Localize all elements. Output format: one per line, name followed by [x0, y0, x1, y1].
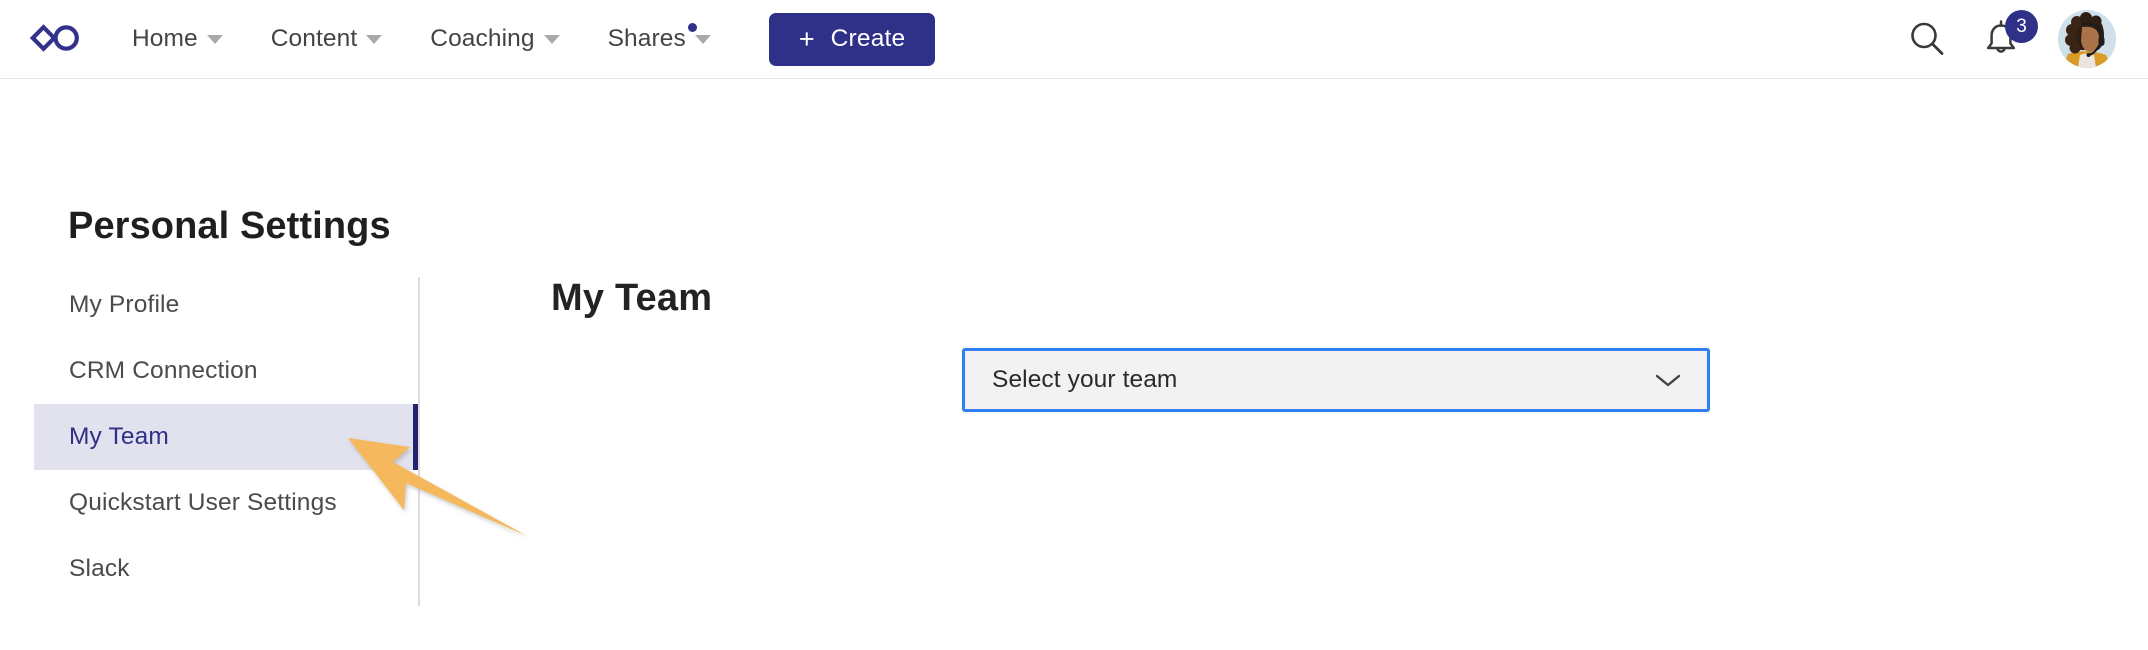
create-button-label: Create [830, 25, 906, 52]
page-title: Personal Settings [68, 205, 391, 247]
team-select[interactable]: Select your team [962, 348, 1710, 412]
chevron-down-icon [1653, 371, 1683, 389]
avatar[interactable] [2058, 10, 2116, 68]
nav-item-coaching-label: Coaching [430, 25, 535, 52]
app-logo[interactable] [26, 19, 84, 59]
sidebar-item-label: My Team [69, 423, 169, 450]
vertical-divider [418, 277, 420, 606]
chevron-down-icon [366, 34, 383, 44]
top-navigation-bar: Home Content Coaching Shares + Create 3 [0, 0, 2148, 79]
sidebar-item-my-team[interactable]: My Team [34, 404, 418, 470]
sidebar-item-quickstart-user-settings[interactable]: Quickstart User Settings [34, 470, 418, 536]
nav-item-home-label: Home [132, 25, 198, 52]
shares-notification-dot [687, 23, 697, 32]
notifications-button[interactable]: 3 [1964, 8, 2038, 70]
nav-item-shares-label: Shares [608, 23, 697, 53]
infinity-logo-icon [29, 24, 79, 52]
sidebar-item-label: Quickstart User Settings [69, 489, 337, 516]
sidebar-item-my-profile[interactable]: My Profile [34, 272, 418, 338]
notification-count-badge: 3 [2005, 10, 2038, 43]
sidebar-item-label: Slack [69, 555, 130, 582]
header-actions: 3 [1890, 8, 2116, 70]
sidebar-item-label: CRM Connection [69, 357, 258, 384]
nav-item-coaching[interactable]: Coaching [406, 19, 583, 59]
section-title: My Team [551, 277, 713, 319]
main-nav: Home Content Coaching Shares + Create [108, 12, 936, 66]
chevron-down-icon [543, 34, 560, 44]
avatar-photo [2058, 10, 2116, 68]
nav-item-home[interactable]: Home [108, 19, 247, 59]
search-button[interactable] [1890, 8, 1964, 70]
nav-item-content-label: Content [270, 25, 358, 52]
nav-item-content[interactable]: Content [247, 19, 407, 59]
search-icon [1911, 22, 1944, 55]
chevron-down-icon [694, 34, 711, 44]
nav-item-shares[interactable]: Shares [584, 19, 735, 59]
team-select-value: Select your team [992, 366, 1178, 393]
settings-sidebar: My Profile CRM Connection My Team Quicks… [34, 272, 418, 602]
sidebar-item-slack[interactable]: Slack [34, 536, 418, 602]
create-button[interactable]: + Create [768, 12, 936, 66]
sidebar-item-label: My Profile [69, 291, 180, 318]
chevron-down-icon [206, 34, 223, 44]
page-body: Personal Settings My Profile CRM Connect… [0, 79, 2148, 650]
plus-icon: + [798, 23, 815, 54]
sidebar-item-crm-connection[interactable]: CRM Connection [34, 338, 418, 404]
